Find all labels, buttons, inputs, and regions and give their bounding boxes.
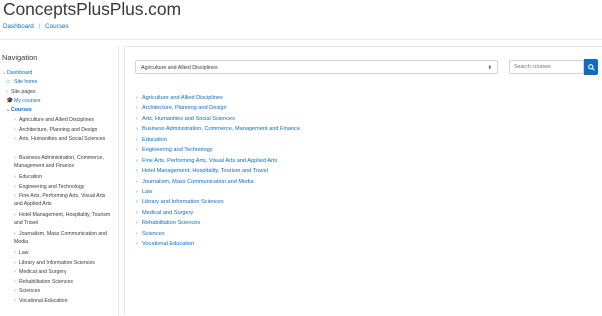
category-list-item[interactable]: › Business Administration, Commerce, Mana…: [136, 125, 300, 133]
nav-category-item[interactable]: › Rehabilitation Sciences: [14, 278, 73, 286]
home-icon: ⌂: [6, 79, 10, 85]
nav-category-label: Engineering and Technology: [19, 184, 85, 190]
nav-category-item[interactable]: › Vocational Education: [14, 297, 67, 305]
nav-category-label: Business Administration, Commerce, Manag…: [14, 155, 104, 170]
category-list-item[interactable]: › Arts, Humanities and Social Sciences: [136, 115, 235, 123]
breadcrumb-courses-link[interactable]: Courses: [45, 23, 68, 30]
select-arrows-icon: ⬍: [487, 65, 492, 71]
nav-item-courses[interactable]: ⌄Courses: [6, 106, 32, 114]
category-list-item[interactable]: › Education: [136, 136, 167, 144]
category-link: Engineering and Technology: [142, 147, 213, 153]
category-link: Sciences: [142, 231, 165, 237]
category-link: Arts, Humanities and Social Sciences: [142, 116, 235, 122]
nav-item-label: Dashboard: [7, 70, 33, 76]
navigation-block: Navigation ⌄Dashboard ⌂ Site home › Site p…: [0, 46, 119, 316]
nav-category-item[interactable]: › Sciences: [14, 287, 40, 295]
nav-category-item[interactable]: › Law: [14, 249, 29, 257]
category-link: Architecture, Planning and Design: [142, 105, 227, 111]
nav-category-item[interactable]: › Education: [14, 173, 42, 181]
nav-item-label: My courses: [14, 98, 41, 104]
nav-category-item[interactable]: › Hotel Management, Hospitality, Tourism …: [14, 211, 112, 227]
category-list-item[interactable]: › Medical and Surgery: [136, 209, 193, 217]
category-link: Journalism, Mass Communication and Media: [142, 179, 254, 185]
nav-category-item[interactable]: › Arts, Humanities and Social Sciences: [14, 135, 112, 143]
category-list-item[interactable]: › Engineering and Technology: [136, 146, 213, 154]
nav-category-item[interactable]: › Architecture, Planning and Design: [14, 126, 97, 134]
nav-item-dashboard[interactable]: ⌄Dashboard: [2, 69, 32, 77]
site-title: ConceptsPlusPlus.com: [3, 0, 181, 19]
nav-category-item[interactable]: › Business Administration, Commerce, Mana…: [14, 154, 112, 170]
category-link: Rehabilitation Sciences: [142, 220, 201, 226]
category-select[interactable]: Agriculture and Allied Disciplines ⬍: [135, 60, 498, 74]
nav-category-label: Library and Information Sciences: [19, 260, 95, 266]
nav-category-label: Sciences: [19, 288, 41, 294]
category-list-item[interactable]: › Vocational Education: [136, 240, 194, 248]
main-content: Agriculture and Allied Disciplines ⬍ ›Ag…: [124, 46, 602, 314]
nav-category-item[interactable]: › Library and Information Sciences: [14, 259, 95, 267]
nav-category-item[interactable]: › Journalism, Mass Communication and Medi…: [14, 230, 112, 246]
category-link: Business Administration, Commerce, Manag…: [142, 126, 300, 132]
category-link: Hotel Management, Hospitality, Tourism a…: [142, 168, 269, 174]
breadcrumb: Dashboard / Courses: [3, 23, 69, 30]
nav-category-label: Education: [19, 174, 43, 180]
category-list-item[interactable]: › Agriculture and Allied Disciplines: [136, 94, 223, 102]
nav-category-label: Hotel Management, Hospitality, Tourism a…: [14, 212, 111, 227]
graduation-cap-icon: 🎓: [6, 98, 14, 104]
breadcrumb-dashboard-link[interactable]: Dashboard: [3, 23, 34, 30]
search-icon: [587, 63, 595, 71]
nav-item-site-home[interactable]: ⌂ Site home: [6, 78, 37, 86]
search-courses-input[interactable]: [509, 60, 584, 74]
category-link: Law: [142, 189, 153, 195]
nav-category-label: Rehabilitation Sciences: [19, 279, 73, 285]
nav-category-label: Medical and Surgery: [19, 269, 67, 275]
category-list-item[interactable]: › Sciences: [136, 230, 165, 238]
category-select-value: Agriculture and Allied Disciplines: [141, 65, 218, 71]
nav-category-item[interactable]: › Agriculture and Allied Disciplines: [14, 116, 94, 124]
nav-category-label: Fine Arts, Performing Arts, Visual Arts …: [14, 193, 106, 208]
category-link: Medical and Surgery: [142, 210, 194, 216]
category-list-item[interactable]: › Architecture, Planning and Design: [136, 104, 227, 112]
category-link: Fine Arts, Performing Arts, Visual Arts …: [142, 158, 278, 164]
nav-category-item[interactable]: › Fine Arts, Performing Arts, Visual Arts…: [14, 192, 112, 208]
nav-category-label: Journalism, Mass Communication and Media: [14, 231, 107, 246]
category-list-item[interactable]: › Fine Arts, Performing Arts, Visual Arts…: [136, 157, 277, 165]
nav-category-label: Architecture, Planning and Design: [19, 127, 98, 133]
nav-item-label: Site home: [14, 79, 38, 85]
navigation-heading: Navigation: [2, 53, 38, 62]
nav-category-label: Arts, Humanities and Social Sciences: [19, 136, 106, 142]
nav-category-item[interactable]: › Engineering and Technology: [14, 183, 84, 191]
category-list-item[interactable]: › Journalism, Mass Communication and Medi…: [136, 178, 254, 186]
category-link: Agriculture and Allied Disciplines: [142, 95, 223, 101]
category-link: Library and Information Sciences: [142, 199, 224, 205]
category-link: Education: [142, 137, 167, 143]
category-link: Vocational Education: [142, 241, 195, 247]
nav-item-label: Site pages: [11, 89, 36, 95]
nav-item-site-pages[interactable]: › Site pages: [6, 88, 36, 96]
nav-category-item[interactable]: › Medical and Surgery: [14, 268, 67, 276]
category-list-item[interactable]: › Hotel Management, Hospitality, Tourism …: [136, 167, 268, 175]
category-list-item[interactable]: › Library and Information Sciences: [136, 198, 224, 206]
nav-category-label: Law: [19, 250, 29, 256]
nav-item-label: Courses: [11, 107, 32, 113]
nav-category-label: Vocational Education: [19, 298, 68, 304]
search-button[interactable]: [584, 59, 598, 75]
nav-category-label: Agriculture and Allied Disciplines: [19, 117, 94, 123]
category-list-item[interactable]: › Rehabilitation Sciences: [136, 219, 200, 227]
category-list-item[interactable]: › Law: [136, 188, 152, 196]
header-divider: [0, 39, 602, 40]
breadcrumb-separator: /: [38, 23, 41, 30]
nav-item-my-courses[interactable]: 🎓My courses: [6, 97, 41, 105]
